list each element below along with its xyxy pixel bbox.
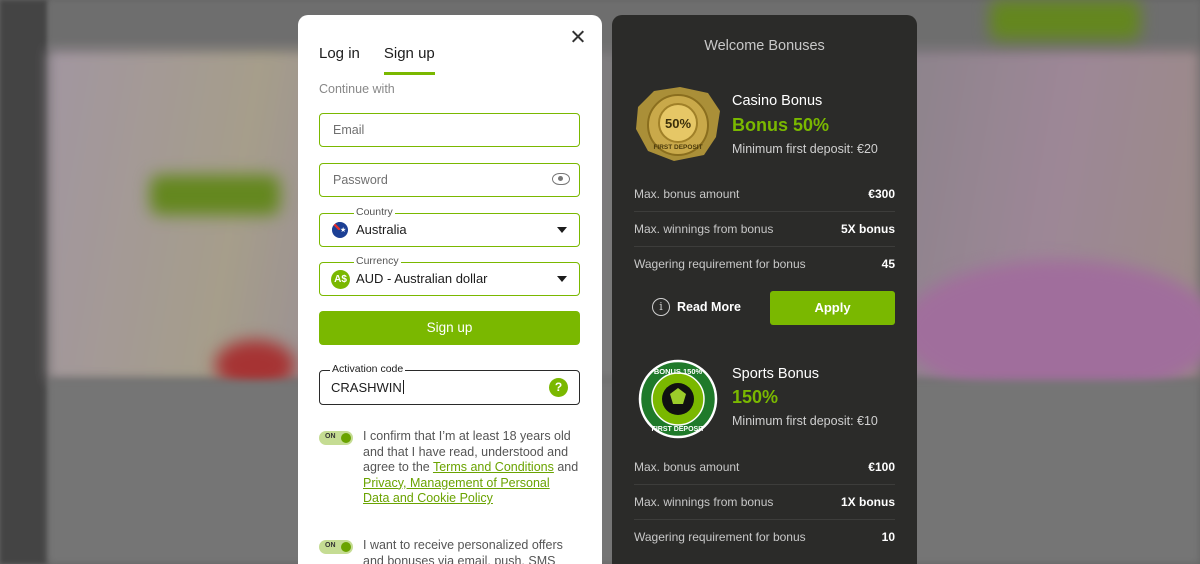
toggle-on-label: ON — [325, 542, 336, 549]
toggle-on-label: ON — [325, 433, 336, 440]
welcome-bonuses-panel: Welcome Bonuses 50% FIRST DEPOSIT Casino… — [612, 15, 917, 564]
row-value: €100 — [868, 460, 895, 474]
age-terms-text: I confirm that I’m at least 18 years old… — [363, 429, 579, 507]
sports-row-max-bonus: Max. bonus amount €100 — [634, 450, 895, 485]
row-value: 45 — [881, 257, 895, 271]
marketing-toggle[interactable]: ON — [319, 540, 353, 554]
casino-row-wagering: Wagering requirement for bonus 45 — [634, 247, 895, 282]
tab-login[interactable]: Log in — [319, 45, 360, 75]
australia-flag-icon — [332, 222, 348, 238]
email-placeholder: Email — [333, 123, 365, 137]
currency-value: AUD - Australian dollar — [356, 271, 488, 286]
casino-badge-subtext: FIRST DEPOSIT — [653, 144, 702, 151]
password-field[interactable]: Password — [319, 163, 580, 197]
continue-with-label: Continue with — [319, 82, 395, 96]
signup-button[interactable]: Sign up — [319, 311, 580, 345]
row-label: Wagering requirement for bonus — [634, 530, 806, 544]
currency-label: Currency — [354, 255, 401, 267]
sports-bonus-amount: 150% — [732, 387, 779, 407]
tab-signup[interactable]: Sign up — [383, 45, 435, 75]
eye-icon[interactable] — [552, 173, 570, 185]
row-label: Max. bonus amount — [634, 460, 740, 474]
sports-bonus-badge-icon: BONUS 150% FIRST DEPOSIT — [638, 359, 718, 439]
activation-code-label: Activation code — [330, 363, 406, 375]
sports-badge-top-text: BONUS 150% — [654, 367, 703, 376]
country-label: Country — [354, 206, 395, 218]
country-value: Australia — [356, 222, 407, 237]
privacy-policy-link[interactable]: Privacy, Management of Personal Data and… — [363, 476, 550, 506]
casino-bonus-heading: Casino Bonus — [732, 93, 823, 109]
email-field[interactable]: Email — [319, 113, 580, 147]
casino-row-max-winnings: Max. winnings from bonus 5X bonus — [634, 212, 895, 247]
consent-text-part: and — [553, 460, 579, 474]
country-select[interactable]: Country Australia — [319, 206, 580, 247]
apply-button[interactable]: Apply — [770, 291, 895, 325]
row-label: Max. winnings from bonus — [634, 222, 774, 236]
bonuses-title: Welcome Bonuses — [704, 38, 825, 54]
activation-code-field[interactable]: Activation code CRASHWIN ? — [319, 363, 580, 405]
sports-badge-bottom-text: FIRST DEPOSIT — [652, 426, 706, 433]
casino-min-deposit: Minimum first deposit: €20 — [732, 142, 878, 156]
marketing-consent-text: I want to receive personalized offers an… — [363, 538, 563, 564]
row-label: Wagering requirement for bonus — [634, 257, 806, 271]
casino-bonus-amount: Bonus 50% — [732, 115, 830, 135]
read-more-button[interactable]: i Read More — [652, 298, 741, 316]
chevron-down-icon — [557, 276, 567, 282]
casino-badge-text: 50% — [665, 116, 691, 131]
terms-link[interactable]: Terms and Conditions — [433, 460, 554, 474]
sports-min-deposit: Minimum first deposit: €10 — [732, 414, 878, 428]
toggle-knob — [341, 433, 351, 443]
auth-tabs: Log in Sign up — [319, 45, 435, 75]
row-value: 1X bonus — [840, 495, 895, 509]
row-value: €300 — [868, 187, 895, 201]
activation-code-value: CRASHWIN — [331, 380, 402, 395]
password-placeholder: Password — [333, 173, 388, 187]
sports-row-max-winnings: Max. winnings from bonus 1X bonus — [634, 485, 895, 520]
row-value: 5X bonus — [840, 222, 895, 236]
chevron-down-icon — [557, 227, 567, 233]
currency-icon: A$ — [331, 270, 350, 289]
toggle-knob — [341, 542, 351, 552]
info-icon: i — [652, 298, 670, 316]
sports-bonus-heading: Sports Bonus — [732, 366, 820, 382]
sports-row-wagering: Wagering requirement for bonus 10 — [634, 520, 895, 555]
age-terms-toggle[interactable]: ON — [319, 431, 353, 445]
row-value: 10 — [881, 530, 895, 544]
casino-row-max-bonus: Max. bonus amount €300 — [634, 177, 895, 212]
row-label: Max. bonus amount — [634, 187, 740, 201]
currency-select[interactable]: Currency A$ AUD - Australian dollar — [319, 255, 580, 296]
read-more-label: Read More — [677, 300, 741, 314]
casino-bonus-badge-icon: 50% FIRST DEPOSIT — [636, 87, 720, 161]
close-icon[interactable] — [570, 29, 586, 45]
help-icon[interactable]: ? — [549, 378, 568, 397]
auth-modal: Log in Sign up Continue with Email Passw… — [298, 15, 602, 564]
row-label: Max. winnings from bonus — [634, 495, 774, 509]
